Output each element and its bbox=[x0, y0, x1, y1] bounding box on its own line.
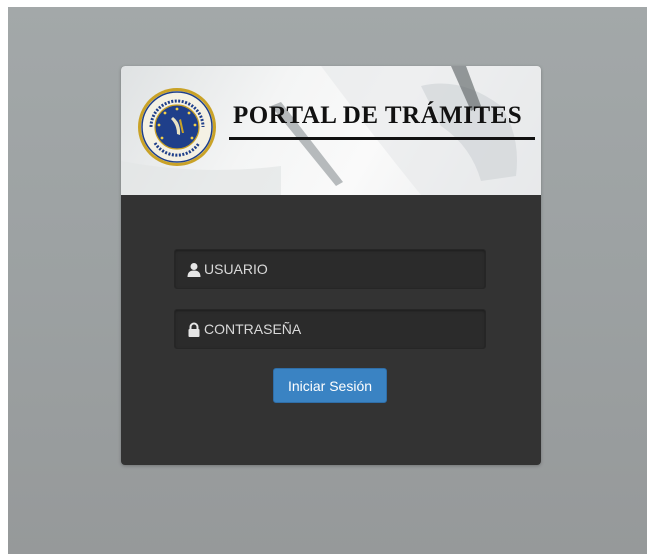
username-input[interactable] bbox=[204, 250, 474, 288]
lock-icon bbox=[188, 322, 200, 337]
portal-title: PORTAL DE TRÁMITES bbox=[233, 102, 523, 129]
title-underline bbox=[229, 137, 535, 140]
password-input[interactable] bbox=[204, 310, 474, 348]
login-button[interactable]: Iniciar Sesión bbox=[273, 368, 387, 403]
login-card: PORTAL DE TRÁMITES Iniciar Sesión bbox=[121, 66, 541, 465]
username-field[interactable] bbox=[174, 249, 486, 289]
user-icon bbox=[187, 263, 201, 277]
password-field[interactable] bbox=[174, 309, 486, 349]
login-form: Iniciar Sesión bbox=[121, 195, 541, 465]
secretaria-seguridad-publica-seal-icon bbox=[138, 88, 216, 166]
portal-banner: PORTAL DE TRÁMITES bbox=[121, 66, 541, 195]
